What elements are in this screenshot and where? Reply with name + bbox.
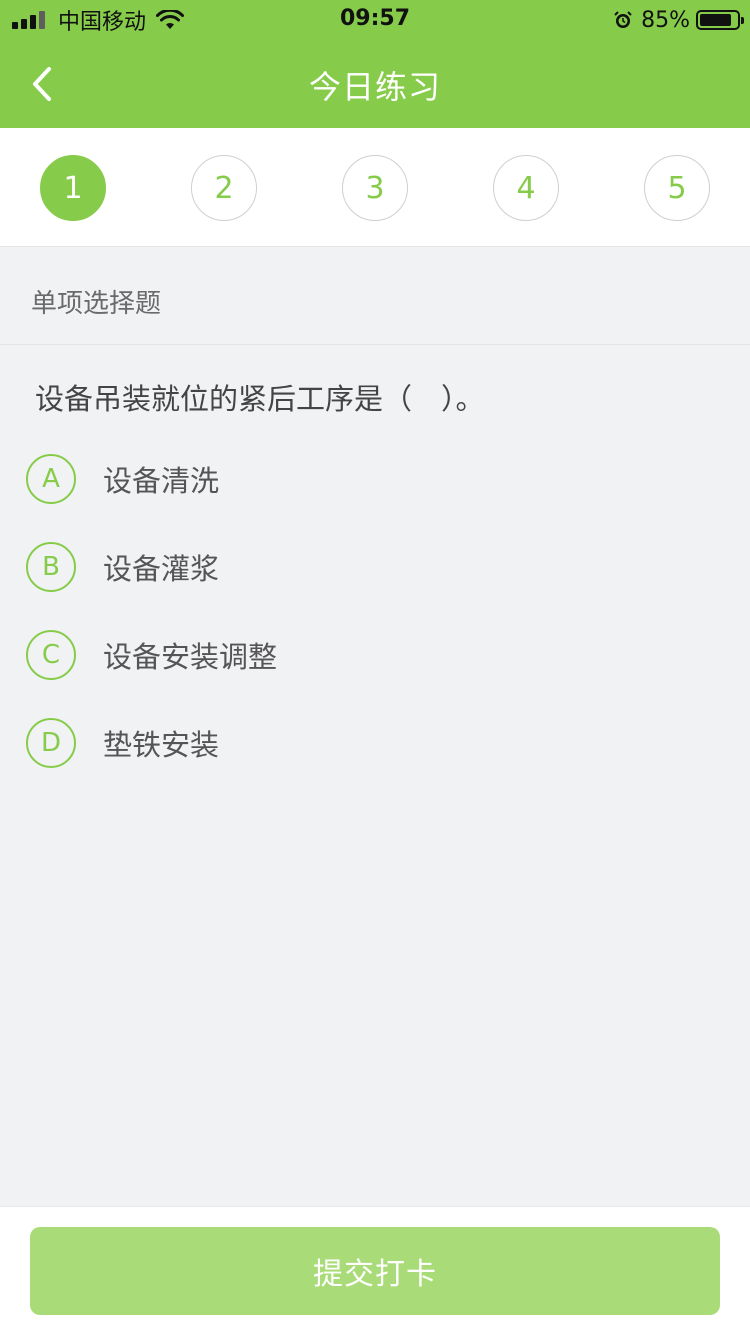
question-text: 设备吊装就位的紧后工序是（ ）。 <box>35 382 485 416</box>
option-letter-badge: A <box>26 454 76 504</box>
footer-bar: 提交打卡 <box>0 1206 750 1334</box>
option-d[interactable]: D 垫铁安装 <box>26 716 726 770</box>
alarm-icon <box>614 11 632 28</box>
option-letter-badge: D <box>26 718 76 768</box>
battery-level <box>700 14 731 26</box>
option-letter-badge: C <box>26 630 76 680</box>
option-text: 设备灌浆 <box>103 552 220 586</box>
nav-bar: 今日练习 <box>0 40 750 128</box>
question-step-indicator: 1 2 3 4 5 <box>0 128 750 247</box>
option-c[interactable]: C 设备安装调整 <box>26 628 726 682</box>
step-label: 1 <box>63 170 83 206</box>
option-a[interactable]: A 设备清洗 <box>26 452 726 506</box>
step-label: 2 <box>214 170 234 206</box>
battery-tip <box>741 17 744 24</box>
option-text: 设备安装调整 <box>103 640 278 674</box>
battery-icon <box>696 10 744 30</box>
page-title: 今日练习 <box>308 68 441 106</box>
battery-percent: 85% <box>641 7 690 33</box>
option-letter-badge: B <box>26 542 76 592</box>
option-b[interactable]: B 设备灌浆 <box>26 540 726 594</box>
option-text: 垫铁安装 <box>103 728 220 762</box>
question-type-label: 单项选择题 <box>31 289 162 319</box>
step-label: 5 <box>667 170 687 206</box>
status-right: 85% <box>613 6 744 34</box>
status-bar: 中国移动 09:57 85% <box>0 0 750 40</box>
step-label: 3 <box>365 170 385 206</box>
step-4[interactable]: 4 <box>493 155 559 221</box>
app-header: 中国移动 09:57 85% 今日练习 <box>0 0 750 128</box>
step-label: 4 <box>516 170 536 206</box>
step-1[interactable]: 1 <box>40 155 106 221</box>
step-3[interactable]: 3 <box>342 155 408 221</box>
option-text: 设备清洗 <box>103 464 220 498</box>
step-5[interactable]: 5 <box>644 155 710 221</box>
submit-checkin-button[interactable]: 提交打卡 <box>30 1227 720 1315</box>
question-type-header: 单项选择题 <box>0 247 750 345</box>
step-2[interactable]: 2 <box>191 155 257 221</box>
